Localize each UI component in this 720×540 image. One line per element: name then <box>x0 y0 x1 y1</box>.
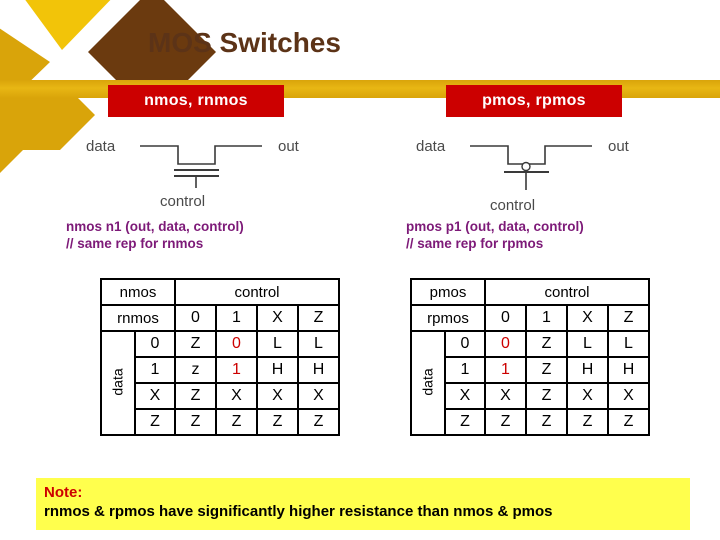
nmos-control-header: control <box>174 278 340 306</box>
nmos-cell: Z <box>215 408 258 436</box>
deco-gold-triangle-left <box>0 28 50 111</box>
deco-yellow-triangle-top <box>25 0 111 50</box>
verilog-snippet-pmos: pmos p1 (out, data, control) // same rep… <box>406 218 584 252</box>
note-body: rnmos & rpmos have significantly higher … <box>44 503 553 520</box>
table-row: X Z X X X <box>101 382 340 410</box>
pmos-cell: X <box>566 382 609 410</box>
table-row: X X Z X X <box>411 382 650 410</box>
nmos-cell: z <box>174 356 217 384</box>
pmos-cell: Z <box>525 330 568 358</box>
nmos-cell: Z <box>297 408 340 436</box>
table-header-row: rnmos 0 1 X Z <box>100 304 340 332</box>
pmos-control-value: X <box>566 304 609 332</box>
nmos-cell: L <box>297 330 340 358</box>
pmos-data-terminal-label: data <box>416 138 446 155</box>
pmos-control-value: Z <box>607 304 650 332</box>
nmos-cell: L <box>256 330 299 358</box>
nmos-cell: Z <box>174 330 217 358</box>
pmos-row-value: 0 <box>444 330 486 358</box>
note-callout-box: Note: rnmos & rpmos have significantly h… <box>36 478 690 530</box>
pmos-cell: Z <box>525 408 568 436</box>
table-header-row: rpmos 0 1 X Z <box>410 304 650 332</box>
pmos-control-header: control <box>484 278 650 306</box>
pmos-inversion-bubble-icon <box>521 161 531 172</box>
table-row: Z Z Z Z Z <box>411 408 650 436</box>
nmos-row-axis-label: data <box>100 330 136 436</box>
pmos-row-value: X <box>444 382 486 410</box>
pmos-corner-name-bottom: rpmos <box>410 304 486 332</box>
pmos-cell: Z <box>484 408 527 436</box>
pmos-control-value: 1 <box>525 304 568 332</box>
pmos-cell: Z <box>607 408 650 436</box>
nmos-cell: 1 <box>215 356 258 384</box>
pmos-cell: L <box>607 330 650 358</box>
pmos-control-terminal-label: control <box>490 197 535 212</box>
nmos-cell: Z <box>174 408 217 436</box>
nmos-corner-name-bottom: rnmos <box>100 304 176 332</box>
verilog-pmos-line2: // same rep for rpmos <box>406 236 544 251</box>
table-row: data 0 0 Z L L <box>410 330 650 436</box>
nmos-row-value: X <box>134 382 176 410</box>
verilog-pmos-line1: pmos p1 (out, data, control) <box>406 219 584 234</box>
pmos-cell: Z <box>525 382 568 410</box>
nmos-table-body: nmos control rnmos 0 1 X Z data 0 Z 0 L … <box>100 278 340 436</box>
nmos-cell: H <box>256 356 299 384</box>
pmos-out-terminal-label: out <box>608 138 630 155</box>
table-row: 1 z 1 H H <box>101 356 340 384</box>
table-header-row: pmos control <box>410 278 650 306</box>
verilog-snippet-nmos: nmos n1 (out, data, control) // same rep… <box>66 218 244 252</box>
pmos-control-value: 0 <box>484 304 527 332</box>
page-title: MOS Switches <box>148 27 341 58</box>
nmos-cell: X <box>256 382 299 410</box>
nmos-symbol-diagram: data out control <box>82 126 322 208</box>
nmos-control-value: 0 <box>174 304 217 332</box>
nmos-row-value: 1 <box>134 356 176 384</box>
nmos-control-value: X <box>256 304 299 332</box>
pmos-truth-table-wrapper: pmos control rpmos 0 1 X Z data 0 0 Z L … <box>410 278 650 436</box>
table-row: Z Z Z Z Z <box>101 408 340 436</box>
nmos-control-terminal-label: control <box>160 193 205 208</box>
nmos-cell: H <box>297 356 340 384</box>
pmos-table-body: pmos control rpmos 0 1 X Z data 0 0 Z L … <box>410 278 650 436</box>
nmos-data-terminal-label: data <box>86 138 116 155</box>
section-label-pmos: pmos, rpmos <box>446 85 622 117</box>
pmos-cell: Z <box>566 408 609 436</box>
pmos-cell: 1 <box>484 356 527 384</box>
pmos-cell: H <box>607 356 650 384</box>
pmos-cell: X <box>484 382 527 410</box>
pmos-cell: H <box>566 356 609 384</box>
table-row: 1 1 Z H H <box>411 356 650 384</box>
nmos-corner-name-top: nmos <box>100 278 176 306</box>
nmos-cell: X <box>297 382 340 410</box>
verilog-nmos-line1: nmos n1 (out, data, control) <box>66 219 244 234</box>
pmos-corner-name-top: pmos <box>410 278 486 306</box>
pmos-cell: Z <box>525 356 568 384</box>
verilog-nmos-line2: // same rep for rnmos <box>66 236 204 251</box>
nmos-truth-table: nmos control rnmos 0 1 X Z data 0 Z 0 L … <box>100 278 340 436</box>
nmos-cell: X <box>215 382 258 410</box>
nmos-cell: Z <box>174 382 217 410</box>
nmos-out-terminal-label: out <box>278 138 300 155</box>
nmos-row-value: Z <box>134 408 176 436</box>
pmos-cell: 0 <box>484 330 527 358</box>
section-label-nmos: nmos, rnmos <box>108 85 284 117</box>
pmos-symbol-diagram: data out control <box>412 126 652 212</box>
nmos-cell: 0 <box>215 330 258 358</box>
nmos-control-value: 1 <box>215 304 258 332</box>
pmos-row-value: Z <box>444 408 486 436</box>
nmos-control-value: Z <box>297 304 340 332</box>
nmos-row-value: 0 <box>134 330 176 358</box>
note-title: Note: <box>44 484 83 501</box>
pmos-truth-table: pmos control rpmos 0 1 X Z data 0 0 Z L … <box>410 278 650 436</box>
pmos-row-value: 1 <box>444 356 486 384</box>
table-row: data 0 Z 0 L L <box>100 330 340 436</box>
pmos-row-axis-label: data <box>410 330 446 436</box>
pmos-cell: X <box>607 382 650 410</box>
nmos-cell: Z <box>256 408 299 436</box>
table-header-row: nmos control <box>100 278 340 306</box>
pmos-cell: L <box>566 330 609 358</box>
nmos-truth-table-wrapper: nmos control rnmos 0 1 X Z data 0 Z 0 L … <box>100 278 340 436</box>
